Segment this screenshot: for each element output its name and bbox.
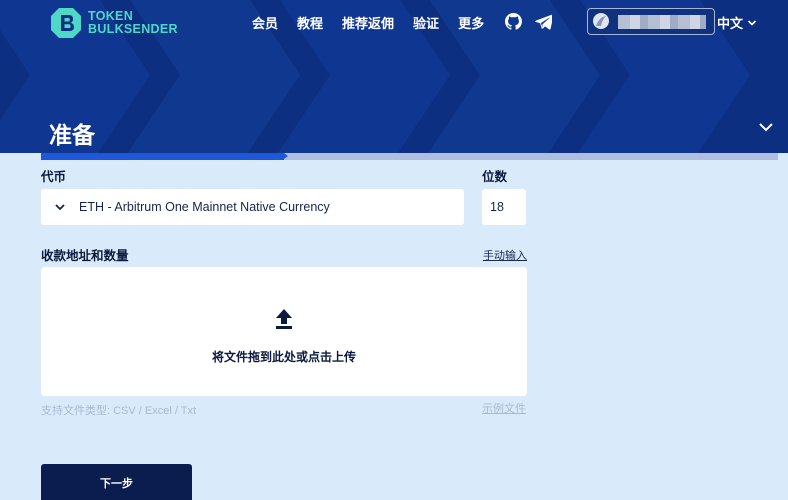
nav-item-membership[interactable]: 会员: [252, 13, 278, 32]
dropzone-text: 将文件拖到此处或点击上传: [211, 350, 356, 364]
github-icon[interactable]: [505, 13, 522, 30]
page-title: 准备: [49, 123, 95, 149]
token-select[interactable]: ETH - Arbitrum One Mainnet Native Curren…: [41, 189, 464, 225]
nav-item-referral[interactable]: 推荐返佣: [342, 13, 394, 32]
progress-bar: [41, 153, 778, 160]
language-label: 中文: [717, 17, 744, 32]
upload-icon: [276, 309, 292, 329]
nav-item-tutorial[interactable]: 教程: [297, 13, 323, 32]
next-step-button[interactable]: 下一步: [41, 464, 192, 500]
language-selector[interactable]: 中文: [717, 13, 757, 32]
wallet-button[interactable]: [587, 8, 715, 35]
nav-item-more[interactable]: 更多: [458, 13, 484, 32]
main-nav: 会员 教程 推荐返佣 验证 更多: [252, 13, 503, 32]
sample-file-link[interactable]: 示例文件: [482, 400, 526, 416]
token-select-value: ETH - Arbitrum One Mainnet Native Curren…: [79, 200, 330, 214]
progress-marker: [284, 153, 289, 159]
brand-logo[interactable]: TOKEN BULKSENDER: [50, 7, 178, 39]
nav-item-verify[interactable]: 验证: [413, 13, 439, 32]
chevron-down-icon: [747, 19, 757, 26]
decimals-value: 18: [490, 200, 504, 214]
logo-icon: [51, 8, 81, 38]
chevron-down-icon: [55, 204, 65, 211]
progress-fill: [41, 153, 285, 160]
brand-line2: BULKSENDER: [88, 22, 178, 36]
brand-name: TOKEN BULKSENDER: [88, 10, 178, 36]
supported-file-types: 支持文件类型: CSV / Excel / Txt: [41, 405, 197, 417]
decimals-field[interactable]: 18: [482, 189, 526, 225]
wallet-avatar-icon: [593, 13, 609, 29]
wallet-address-redacted: [618, 15, 706, 29]
telegram-icon[interactable]: [535, 13, 552, 30]
file-dropzone[interactable]: 将文件拖到此处或点击上传: [41, 267, 527, 396]
manual-input-link[interactable]: 手动输入: [483, 247, 527, 263]
token-label: 代币: [41, 169, 67, 184]
header: TOKEN BULKSENDER 会员 教程 推荐返佣 验证 更多 中文 准备: [0, 0, 788, 153]
chevron-down-icon[interactable]: [757, 118, 775, 136]
decimals-label: 位数: [482, 169, 508, 184]
recipients-label: 收款地址和数量: [41, 248, 129, 263]
